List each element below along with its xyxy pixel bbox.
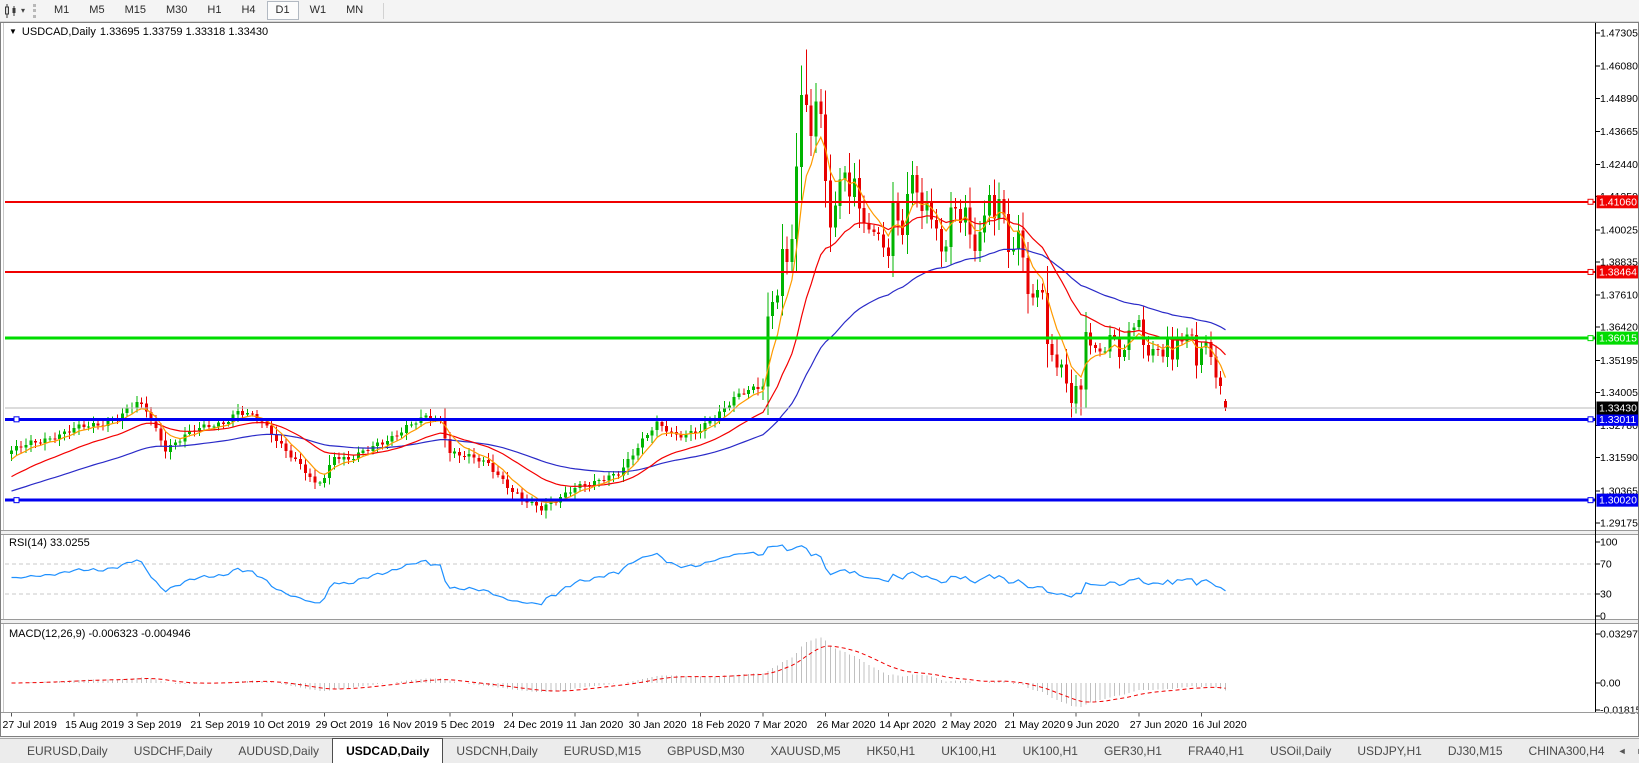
svg-text:16 Jul 2020: 16 Jul 2020 (1192, 719, 1246, 731)
timeframe-button-mn[interactable]: MN (337, 1, 372, 20)
svg-text:1.40025: 1.40025 (1600, 224, 1638, 236)
chart-title: ▼ USDCAD,Daily 1.33695 1.33759 1.33318 1.3… (9, 26, 272, 38)
tab-usdchf-daily[interactable]: USDCHF,Daily (121, 739, 226, 763)
tab-usdcnh-daily[interactable]: USDCNH,Daily (443, 739, 550, 763)
pane-splitter-2[interactable] (1, 620, 1638, 624)
svg-text:27 Jul 2019: 27 Jul 2019 (3, 719, 57, 731)
tab-uk100-h1[interactable]: UK100,H1 (1010, 739, 1091, 763)
tab-dj30-m15[interactable]: DJ30,M15 (1435, 739, 1516, 763)
svg-text:2 May 2020: 2 May 2020 (942, 719, 997, 731)
svg-text:14 Apr 2020: 14 Apr 2020 (879, 719, 936, 731)
mt4-application: { "toolbar": { "dropdown_icon": "▾", "ti… (0, 0, 1639, 763)
hline-anchor-right-1.33011[interactable] (1588, 417, 1593, 422)
toolbar-separator (383, 3, 384, 19)
timeframe-button-w1[interactable]: W1 (301, 1, 336, 20)
svg-text:9 Jun 2020: 9 Jun 2020 (1067, 719, 1119, 731)
tab-gbpusd-m30[interactable]: GBPUSD,M30 (654, 739, 757, 763)
timeframe-button-m15[interactable]: M15 (116, 1, 155, 20)
hline-anchor-left-1.30020[interactable] (14, 498, 19, 503)
svg-text:18 Feb 2020: 18 Feb 2020 (691, 719, 750, 731)
price-tag-text: 1.36015 (1599, 333, 1637, 345)
svg-text:70: 70 (1600, 559, 1612, 571)
svg-text:-0.018154: -0.018154 (1600, 705, 1639, 717)
tab-fra40-h1[interactable]: FRA40,H1 (1175, 739, 1257, 763)
svg-text:1.42440: 1.42440 (1600, 159, 1638, 171)
tab-usdcad-daily[interactable]: USDCAD,Daily (332, 738, 443, 763)
hline-anchor-right-1.38464[interactable] (1588, 269, 1593, 274)
timeframe-button-d1[interactable]: D1 (267, 1, 299, 20)
tab-xauusd-m5[interactable]: XAUUSD,M5 (757, 739, 853, 763)
chart-type-dropdown-arrow[interactable]: ▾ (21, 6, 25, 15)
svg-text:30: 30 (1600, 588, 1612, 600)
tabbar-scroll-arrows: ◄ ► (1618, 739, 1639, 763)
hline-anchor-right-1.41060[interactable] (1588, 199, 1593, 204)
price-tag-text: 1.33430 (1599, 403, 1637, 415)
svg-text:1.35195: 1.35195 (1600, 355, 1638, 367)
price-tag-text: 1.30020 (1599, 495, 1637, 507)
hline-anchor-left-1.33011[interactable] (14, 417, 19, 422)
timeframe-button-m30[interactable]: M30 (157, 1, 196, 20)
tab-usdjpy-h1[interactable]: USDJPY,H1 (1344, 739, 1434, 763)
svg-text:24 Dec 2019: 24 Dec 2019 (504, 719, 564, 731)
tab-ger30-h1[interactable]: GER30,H1 (1091, 739, 1175, 763)
svg-text:7 Mar 2020: 7 Mar 2020 (754, 719, 807, 731)
svg-text:26 Mar 2020: 26 Mar 2020 (817, 719, 876, 731)
price-tag-text: 1.38464 (1599, 266, 1637, 278)
svg-text:1.44890: 1.44890 (1600, 93, 1638, 105)
svg-text:100: 100 (1600, 537, 1618, 549)
svg-text:1.43665: 1.43665 (1600, 126, 1638, 138)
svg-text:5 Dec 2019: 5 Dec 2019 (441, 719, 495, 731)
svg-text:16 Nov 2019: 16 Nov 2019 (378, 719, 438, 731)
svg-text:1.47305: 1.47305 (1600, 28, 1638, 40)
tab-hk50-h1[interactable]: HK50,H1 (854, 739, 929, 763)
toolbar-grip (33, 4, 36, 18)
svg-text:21 Sep 2019: 21 Sep 2019 (190, 719, 250, 731)
svg-text:21 May 2020: 21 May 2020 (1005, 719, 1066, 731)
macd-indicator-label: MACD(12,26,9) -0.006323 -0.004946 (9, 628, 191, 640)
svg-text:1.37610: 1.37610 (1600, 290, 1638, 302)
svg-text:1.34005: 1.34005 (1600, 387, 1638, 399)
tab-eurusd-m15[interactable]: EURUSD,M15 (551, 739, 654, 763)
price-tag-text: 1.41060 (1599, 196, 1637, 208)
tab-china300-h4[interactable]: CHINA300,H4 (1516, 739, 1618, 763)
chart-type-icon[interactable] (2, 3, 20, 19)
bottom-tabbar: EURUSD,DailyUSDCHF,DailyAUDUSD,DailyUSDC… (0, 738, 1639, 763)
timeframe-button-m5[interactable]: M5 (80, 1, 113, 20)
svg-text:15 Aug 2019: 15 Aug 2019 (65, 719, 124, 731)
chart-background (0, 22, 1639, 737)
toolbar: ▾ M1M5M15M30H1H4D1W1MN (0, 0, 1639, 22)
svg-text:10 Oct 2019: 10 Oct 2019 (253, 719, 310, 731)
svg-text:1.46080: 1.46080 (1600, 61, 1638, 73)
price-tag-text: 1.33011 (1599, 414, 1636, 426)
chart-ohlc-readout: 1.33695 1.33759 1.33318 1.33430 (100, 26, 268, 38)
tabbar-scroll-left-icon[interactable]: ◄ (1618, 746, 1627, 756)
tab-eurusd-daily[interactable]: EURUSD,Daily (14, 739, 121, 763)
pane-splitter-1[interactable] (1, 531, 1638, 535)
rsi-indicator-label: RSI(14) 33.0255 (9, 537, 90, 549)
chart-title-dropdown-icon[interactable]: ▼ (9, 27, 17, 36)
svg-text:30 Jan 2020: 30 Jan 2020 (629, 719, 687, 731)
svg-text:11 Jan 2020: 11 Jan 2020 (566, 719, 623, 731)
tab-audusd-daily[interactable]: AUDUSD,Daily (225, 739, 332, 763)
tab-uk100-h1[interactable]: UK100,H1 (928, 739, 1009, 763)
chart-window: 1.473051.460801.448901.436651.424401.412… (0, 22, 1639, 737)
svg-text:0.032972: 0.032972 (1600, 629, 1639, 641)
chart-symbol-period: USDCAD,Daily (22, 26, 96, 38)
hline-anchor-right-1.30020[interactable] (1588, 498, 1593, 503)
timeframe-button-h1[interactable]: H1 (198, 1, 230, 20)
timeframe-toolbar: M1M5M15M30H1H4D1W1MN (44, 1, 373, 20)
svg-text:1.31590: 1.31590 (1600, 452, 1638, 464)
chart-canvas[interactable]: 1.473051.460801.448901.436651.424401.412… (0, 22, 1639, 737)
svg-text:3 Sep 2019: 3 Sep 2019 (128, 719, 182, 731)
svg-text:1.29175: 1.29175 (1600, 518, 1638, 530)
tab-usoil-daily[interactable]: USOil,Daily (1257, 739, 1344, 763)
svg-text:27 Jun 2020: 27 Jun 2020 (1130, 719, 1188, 731)
hline-anchor-right-1.36015[interactable] (1588, 336, 1593, 341)
svg-text:0: 0 (1600, 611, 1606, 623)
timeframe-button-h4[interactable]: H4 (232, 1, 264, 20)
svg-text:0.00: 0.00 (1600, 678, 1621, 690)
svg-text:29 Oct 2019: 29 Oct 2019 (316, 719, 373, 731)
timeframe-button-m1[interactable]: M1 (45, 1, 78, 20)
